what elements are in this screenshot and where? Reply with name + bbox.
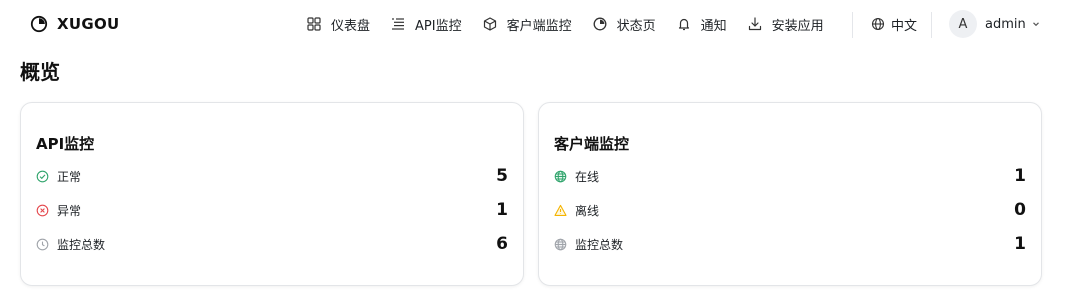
nav-item-label: 通知 (700, 18, 727, 34)
nav-item-dashboard[interactable]: 仪表盘 (306, 12, 370, 36)
nav-item-label: 客户端监控 (506, 18, 572, 34)
user-name: admin (985, 16, 1026, 32)
stat-label: 正常 (57, 169, 82, 184)
clock-icon (36, 238, 49, 251)
stat-label: 异常 (57, 203, 82, 218)
card-title: 客户端监控 (554, 135, 630, 153)
globe-online-icon (554, 170, 567, 183)
stat-value: 0 (1014, 200, 1026, 220)
nav-item-label: API监控 (415, 18, 462, 34)
status-icon (592, 16, 608, 32)
nav-item-label: 仪表盘 (331, 18, 371, 34)
nav-item-label: 状态页 (616, 18, 656, 34)
warning-triangle-icon (554, 204, 567, 217)
stat-value: 1 (1014, 234, 1026, 254)
globe-icon (870, 16, 886, 32)
page-title: 概览 (20, 60, 60, 84)
stat-row-normal: 正常 5 (36, 165, 508, 187)
brand-name: XUGOU (57, 15, 120, 33)
avatar: A (949, 10, 977, 38)
pie-logo-icon (30, 15, 48, 33)
stat-label: 离线 (575, 203, 600, 218)
stat-value: 5 (496, 166, 508, 186)
api-monitor-card: API监控 正常 5 异常 1 监控总数 6 (20, 102, 524, 286)
stat-row-online: 在线 1 (554, 165, 1026, 187)
cube-icon (482, 16, 498, 32)
stat-value: 1 (496, 200, 508, 220)
chevron-down-icon (1031, 19, 1041, 29)
nav-item-api-monitor[interactable]: API监控 (390, 12, 462, 36)
card-title: API监控 (36, 135, 95, 153)
client-monitor-card: 客户端监控 在线 1 离线 0 监控总数 1 (538, 102, 1042, 286)
language-switcher[interactable]: 中文 (870, 12, 917, 36)
bell-icon (676, 16, 692, 32)
stat-label: 在线 (575, 169, 600, 184)
top-navigation-bar: XUGOU 仪表盘 API监控 客户端监控 状态页 通知 安装应用 中文 A a… (0, 0, 1071, 48)
download-icon (747, 16, 763, 32)
nav-divider (852, 12, 853, 38)
nav-item-status-page[interactable]: 状态页 (592, 12, 656, 36)
stat-label: 监控总数 (575, 237, 624, 252)
dashboard-grid-icon (306, 16, 322, 32)
nav-divider (931, 12, 932, 38)
brand-logo[interactable]: XUGOU (30, 12, 120, 36)
stat-row-total: 监控总数 1 (554, 233, 1026, 255)
main-nav: 仪表盘 API监控 客户端监控 状态页 通知 安装应用 (306, 12, 824, 36)
nav-item-client-monitor[interactable]: 客户端监控 (482, 12, 572, 36)
nav-item-label: 安装应用 (771, 18, 824, 34)
stat-value: 1 (1014, 166, 1026, 186)
stat-row-total: 监控总数 6 (36, 233, 508, 255)
nav-item-notifications[interactable]: 通知 (676, 12, 727, 36)
stat-value: 6 (496, 234, 508, 254)
stat-label: 监控总数 (57, 237, 106, 252)
language-label: 中文 (891, 18, 918, 34)
stat-row-offline: 离线 0 (554, 199, 1026, 221)
user-menu[interactable]: A admin (949, 9, 1041, 39)
list-icon (390, 16, 406, 32)
nav-item-install-app[interactable]: 安装应用 (747, 12, 824, 36)
check-circle-icon (36, 170, 49, 183)
x-circle-icon (36, 204, 49, 217)
stat-row-abnormal: 异常 1 (36, 199, 508, 221)
globe-total-icon (554, 238, 567, 251)
